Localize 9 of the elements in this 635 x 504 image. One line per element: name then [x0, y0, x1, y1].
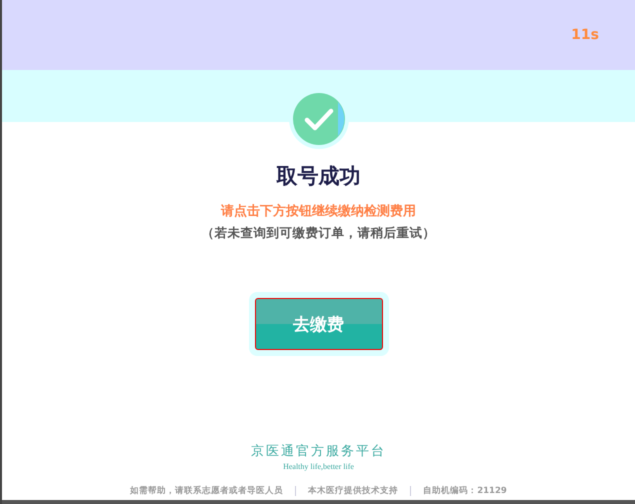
countdown-timer: 11s [571, 27, 599, 43]
retry-note: （若未查询到可缴费订单，请稍后重试） [202, 225, 436, 242]
footer-text: 本木医疗提供技术支持 [308, 485, 398, 497]
success-title: 取号成功 [276, 163, 360, 190]
brand-name: 京医通官方服务平台 [251, 443, 386, 460]
footer-text: 自助机编码：21129 [423, 485, 507, 497]
footer-text: 如需帮助，请联系志愿者或者导医人员 [130, 485, 284, 497]
instruction-text: 请点击下方按钮继续缴纳检测费用 [221, 202, 416, 220]
brand-slogan: Healthy life,better life [283, 462, 354, 471]
